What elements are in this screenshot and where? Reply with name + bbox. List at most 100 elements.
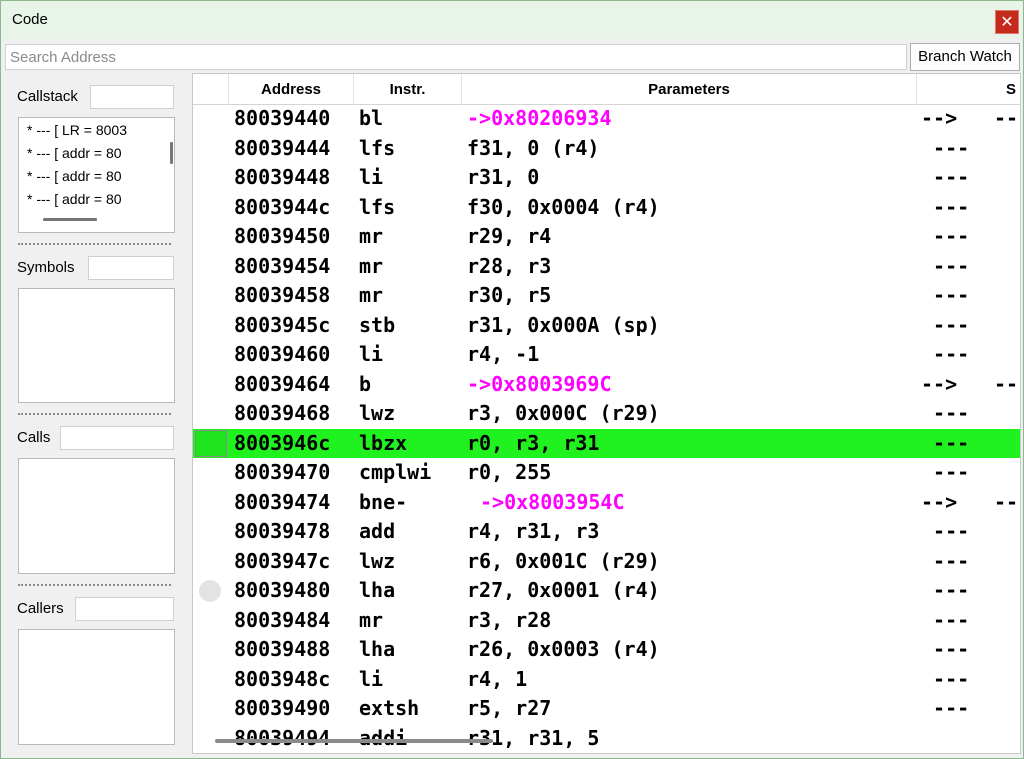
row-branch-indicator: --> [921, 371, 958, 396]
row-branch-indicator: --- [921, 194, 970, 219]
code-row[interactable]: 80039480 lha r27, 0x0001 (r4) --- [193, 576, 1020, 606]
row-parameters: ->0x8003954C [480, 489, 625, 514]
code-row[interactable]: 8003946c lbzx r0, r3, r31 --- [193, 428, 1020, 458]
separator [18, 413, 171, 415]
row-parameters: ->0x8003969C [467, 371, 612, 396]
column-header-breakpoint[interactable] [193, 74, 229, 105]
callers-list[interactable] [18, 629, 175, 745]
search-address-input[interactable] [5, 44, 907, 70]
calls-filter-input[interactable] [60, 426, 174, 450]
row-branch-indicator: --- [921, 460, 970, 484]
row-branch-indicator: --- [921, 224, 970, 248]
row-branch-indicator: --- [921, 666, 970, 691]
callstack-label: Callstack [17, 88, 78, 105]
row-parameters: r28, r3 [467, 253, 552, 278]
row-address: 8003944c [234, 194, 331, 219]
row-instruction: mr [359, 224, 384, 248]
code-row[interactable]: 80039484 mr r3, r28 --- [193, 606, 1020, 636]
row-instruction: lfs [359, 135, 396, 160]
code-window: Code ✕ Branch Watch Callstack * --- [ LR… [0, 0, 1024, 759]
window-title: Code [12, 11, 48, 28]
row-instruction: bl [359, 106, 384, 130]
row-instruction: mr [359, 283, 384, 307]
row-address: 80039454 [234, 253, 331, 278]
close-icon: ✕ [1000, 14, 1014, 31]
column-header-instr[interactable]: Instr. [354, 74, 462, 105]
callstack-vertical-scrollbar[interactable] [170, 142, 173, 164]
row-parameters: r0, 255 [467, 460, 552, 484]
callstack-list[interactable]: * --- [ LR = 8003 * --- [ addr = 80 * --… [18, 117, 175, 233]
current-pc-marker [195, 429, 227, 457]
column-header-parameters[interactable]: Parameters [462, 74, 917, 105]
row-instruction: lwz [359, 548, 396, 573]
code-row[interactable]: 80039490 extsh r5, r27 --- [193, 694, 1020, 724]
row-instruction: lfs [359, 194, 396, 219]
row-parameters: r6, 0x001C (r29) [467, 548, 660, 573]
row-parameters: r0, r3, r31 [467, 430, 600, 455]
callers-filter-input[interactable] [75, 597, 174, 621]
row-address: 80039450 [234, 224, 331, 248]
row-parameters: r4, 1 [467, 666, 528, 691]
row-branch-indicator: --- [921, 430, 970, 455]
callers-label: Callers [17, 600, 64, 617]
code-row[interactable]: 80039460 li r4, -1 --- [193, 340, 1020, 370]
callstack-item[interactable]: * --- [ addr = 80 [27, 168, 153, 184]
symbols-list[interactable] [18, 288, 175, 403]
code-row[interactable]: 8003944c lfs f30, 0x0004 (r4) --- [193, 193, 1020, 223]
callstack-item[interactable]: * --- [ LR = 8003 [27, 122, 153, 138]
row-parameters: r29, r4 [467, 224, 552, 248]
callstack-item[interactable]: * --- [ addr = 80 [27, 145, 153, 161]
code-view[interactable]: Address Instr. Parameters S 80039440 bl ->… [192, 73, 1021, 754]
code-row[interactable]: 80039450 mr r29, r4 --- [193, 222, 1020, 252]
row-address: 8003945c [234, 312, 331, 337]
row-branch-indicator: --- [921, 312, 970, 337]
row-parameters: f31, 0 (r4) [467, 135, 600, 160]
row-address: 80039468 [234, 401, 331, 425]
breakpoint-icon[interactable] [199, 580, 221, 602]
code-row[interactable]: 80039440 bl ->0x80206934 --> -- [193, 104, 1020, 134]
code-row[interactable]: 80039470 cmplwi r0, 255 --- [193, 458, 1020, 488]
row-parameters: r3, r28 [467, 607, 552, 632]
code-row[interactable]: 80039468 lwz r3, 0x000C (r29) --- [193, 399, 1020, 429]
row-instruction: stb [359, 312, 396, 337]
code-row[interactable]: 80039464 b ->0x8003969C --> -- [193, 370, 1020, 400]
row-address: 80039488 [234, 637, 331, 661]
code-row[interactable]: 8003948c li r4, 1 --- [193, 665, 1020, 695]
calls-list[interactable] [18, 458, 175, 574]
code-row[interactable]: 80039444 lfs f31, 0 (r4) --- [193, 134, 1020, 164]
code-row[interactable]: 80039474 bne- ->0x8003954C --> -- [193, 488, 1020, 518]
row-instruction: bne- [359, 489, 408, 514]
row-address: 80039470 [234, 460, 331, 484]
column-header-symbol[interactable]: S [917, 74, 1020, 105]
row-parameters: r31, 0 [467, 165, 540, 189]
callstack-horizontal-scrollbar[interactable] [43, 218, 97, 221]
code-row[interactable]: 8003945c stb r31, 0x000A (sp) --- [193, 311, 1020, 341]
branch-watch-button[interactable]: Branch Watch [910, 43, 1020, 71]
code-row[interactable]: 80039488 lha r26, 0x0003 (r4) --- [193, 635, 1020, 665]
row-branch-indicator-overflow: -- [994, 371, 1019, 396]
code-row[interactable]: 80039448 li r31, 0 --- [193, 163, 1020, 193]
row-instruction: lha [359, 578, 396, 602]
row-instruction: lha [359, 637, 396, 661]
code-row[interactable]: 80039458 mr r30, r5 --- [193, 281, 1020, 311]
row-branch-indicator: --- [921, 637, 970, 661]
row-parameters: r4, r31, r3 [467, 519, 600, 543]
code-row[interactable]: 80039454 mr r28, r3 --- [193, 252, 1020, 282]
row-instruction: mr [359, 607, 384, 632]
close-button[interactable]: ✕ [995, 10, 1019, 34]
code-horizontal-scrollbar[interactable] [215, 739, 493, 743]
column-header-address[interactable]: Address [229, 74, 354, 105]
code-row[interactable]: 80039478 add r4, r31, r3 --- [193, 517, 1020, 547]
symbols-filter-input[interactable] [88, 256, 174, 280]
callstack-item[interactable]: * --- [ addr = 80 [27, 191, 153, 207]
row-address: 80039484 [234, 607, 331, 632]
row-instruction: lbzx [359, 430, 408, 455]
row-instruction: b [359, 371, 372, 396]
code-row[interactable]: 8003947c lwz r6, 0x001C (r29) --- [193, 547, 1020, 577]
row-parameters: r30, r5 [467, 283, 552, 307]
row-address: 80039474 [234, 489, 331, 514]
callstack-filter-input[interactable] [90, 85, 174, 109]
row-address: 8003946c [234, 430, 331, 455]
row-parameters: r4, -1 [467, 342, 540, 366]
row-parameters: r26, 0x0003 (r4) [467, 637, 660, 661]
